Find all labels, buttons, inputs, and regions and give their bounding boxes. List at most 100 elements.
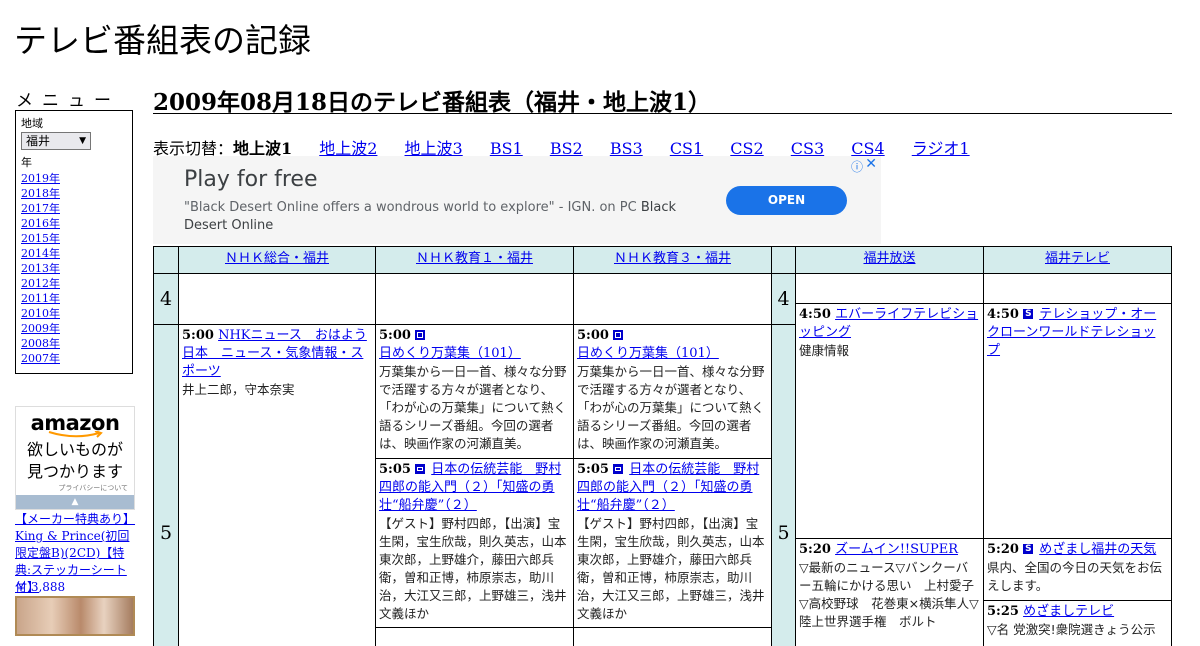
program-time: 5:20 (987, 542, 1019, 557)
region-label: 地域 (21, 117, 43, 130)
channel-link-etv1[interactable]: ＮＨＫ教育１・福井 (416, 251, 533, 266)
channel-link-ftv[interactable]: 福井テレビ (1045, 251, 1110, 266)
subtitle-icon (613, 464, 624, 474)
ad-body-text: "Black Desert Online offers a wondrous w… (184, 200, 637, 215)
amazon-logo: amazon (30, 411, 120, 435)
amazon-slogan-line1: 欲しいものが (26, 440, 123, 459)
empty-slot (795, 273, 984, 304)
year-link-2013[interactable]: 2013年 (21, 261, 127, 276)
program-time: 5:25 (987, 604, 1019, 619)
amazon-slogan: 欲しいものが 見つかります (16, 439, 134, 483)
stereo-icon (1023, 305, 1034, 323)
year-link-2017[interactable]: 2017年 (21, 201, 127, 216)
stereo-icon (1023, 540, 1034, 558)
program-title-link[interactable]: 日めくり万葉集（101） (379, 346, 521, 361)
hour-cell-5-right: 5 (771, 324, 796, 646)
product-price: ￥ 3,888 (15, 580, 66, 594)
info-icon[interactable]: ⓘ (851, 158, 863, 175)
menu-box: 地域 福井 ▼ 年 2019年 2018年 2017年 2016年 2015年 … (15, 110, 133, 374)
program-desc: 県内、全国の今日の天気をお伝えします。 (987, 560, 1163, 593)
amazon-slogan-line2: 見つかります (26, 462, 123, 481)
year-link-2011[interactable]: 2011年 (21, 291, 127, 306)
channel-link-fbc[interactable]: 福井放送 (863, 251, 915, 266)
program-time: 5:00 (379, 328, 411, 343)
program-time: 5:05 (379, 462, 411, 477)
year-link-2010[interactable]: 2010年 (21, 306, 127, 321)
program-ftv-520: 5:20 めざまし福井の天気 県内、全国の今日の天気をお伝えします。 (983, 538, 1172, 601)
amazon-ad[interactable]: amazon 欲しいものが 見つかります プライバシーについて ▲ (15, 406, 135, 510)
program-desc: 万葉集から一日一首、様々な分野で活躍する方々が選者となり、「わが心の万葉集」につ… (379, 364, 567, 451)
region-select[interactable]: 福井 ▼ (21, 132, 91, 150)
ad-headline[interactable]: Play for free (184, 167, 318, 192)
year-link-2018[interactable]: 2018年 (21, 186, 127, 201)
hour-cell-4-right: 4 (771, 273, 796, 325)
year-link-2015[interactable]: 2015年 (21, 231, 127, 246)
hour-cell-4: 4 (153, 273, 179, 325)
program-desc: 【ゲスト】野村四郎，【出演】宝生閑，宝生欣哉，則久英志，山本東次郎，上野雄介，藤… (577, 516, 765, 621)
program-ftv-450: 4:50 テレショップ・オークローンワールドテレショップ (983, 303, 1172, 539)
channel-link-etv3[interactable]: ＮＨＫ教育３・福井 (614, 251, 731, 266)
program-fbc-450: 4:50 エバーライフテレビショッピング 健康情報 (795, 303, 984, 539)
data-broadcast-icon (415, 330, 426, 340)
product-image[interactable] (15, 596, 135, 636)
program-etv3-500: 5:00 日めくり万葉集（101） 万葉集から一日一首、様々な分野で活躍する方々… (573, 324, 772, 459)
year-link-2014[interactable]: 2014年 (21, 246, 127, 261)
program-title-link[interactable]: ズームイン!!SUPER (835, 542, 958, 557)
empty-slot (178, 273, 376, 325)
program-time: 5:00 (182, 328, 214, 343)
page-title: 2009年08月18日のテレビ番組表（福井・地上波1） (153, 83, 1172, 116)
program-title-link[interactable]: めざましテレビ (1023, 604, 1114, 619)
data-broadcast-icon (613, 330, 624, 340)
year-label: 年 (21, 156, 32, 169)
program-desc: 万葉集から一日一首、様々な分野で活躍する方々が選者となり、「わが心の万葉集」につ… (577, 364, 765, 451)
channel-header-ftv: 福井テレビ (983, 246, 1172, 274)
channel-header-nhk-sogo: ＮＨＫ総合・福井 (178, 246, 376, 274)
close-icon[interactable]: ✕ (865, 156, 877, 172)
program-title-link[interactable]: 日めくり万葉集（101） (577, 346, 719, 361)
program-time: 4:50 (799, 307, 831, 322)
corner-cell (153, 246, 179, 274)
channel-header-etv1: ＮＨＫ教育１・福井 (375, 246, 574, 274)
amazon-privacy-link[interactable]: プライバシーについて (16, 483, 134, 493)
channel-header-fbc: 福井放送 (795, 246, 984, 274)
schedule-table: ＮＨＫ総合・福井 ＮＨＫ教育１・福井 ＮＨＫ教育３・福井 福井放送 福井テレビ … (153, 246, 1172, 646)
program-title-link[interactable]: めざまし福井の天気 (1039, 542, 1156, 557)
display-ad[interactable]: Play for free "Black Desert Online offer… (153, 156, 881, 244)
program-nhk-sogo-500: 5:00 NHKニュース おはよう日本 ニュース・気象情報・スポーツ 井上二郎，… (178, 324, 376, 646)
program-desc: 井上二郎，守本奈実 (182, 382, 295, 397)
program-desc: ▽名 党激突!衆院選きょう公示 (987, 622, 1156, 637)
program-ftv-525: 5:25 めざましテレビ ▽名 党激突!衆院選きょう公示 (983, 600, 1172, 646)
region-select-value: 福井 (26, 134, 51, 148)
program-desc: ▽最新のニュース▽バンクーバー五輪にかける思い 上村愛子▽高校野球 花巻東×横浜… (799, 560, 979, 629)
year-link-2012[interactable]: 2012年 (21, 276, 127, 291)
channel-header-etv3: ＮＨＫ教育３・福井 (573, 246, 772, 274)
hour-cell-5: 5 (153, 324, 179, 646)
site-title: テレビ番組表の記録 (14, 21, 311, 60)
ad-body: "Black Desert Online offers a wondrous w… (184, 199, 704, 235)
program-time: 4:50 (987, 307, 1019, 322)
program-desc: 【ゲスト】野村四郎，【出演】宝生閑，宝生欣哉，則久英志，山本東次郎，上野雄介，藤… (379, 516, 567, 621)
subtitle-icon (415, 464, 426, 474)
dropdown-arrow-icon: ▼ (79, 136, 86, 146)
program-etv1-505: 5:05 日本の伝統芸能 野村四郎の能入門（２）「知盛の勇壮“船弁慶”（２） 【… (375, 458, 574, 628)
empty-slot (573, 273, 772, 325)
menu-title: メニュー (16, 91, 120, 111)
ad-open-button[interactable]: OPEN (726, 186, 847, 215)
switch-link-radio1[interactable]: ラジオ1 (912, 139, 970, 158)
year-link-2019[interactable]: 2019年 (21, 171, 127, 186)
program-time: 5:00 (577, 328, 609, 343)
program-etv1-500: 5:00 日めくり万葉集（101） 万葉集から一日一首、様々な分野で活躍する方々… (375, 324, 574, 459)
year-link-2007[interactable]: 2007年 (21, 351, 127, 366)
corner-cell-2 (771, 246, 796, 274)
program-etv3-505: 5:05 日本の伝統芸能 野村四郎の能入門（２）「知盛の勇壮“船弁慶”（２） 【… (573, 458, 772, 628)
program-time: 5:20 (799, 542, 831, 557)
program-desc: 健康情報 (799, 343, 850, 358)
triangle-up-icon: ▲ (71, 497, 79, 507)
channel-link-nhk-sogo[interactable]: ＮＨＫ総合・福井 (225, 251, 329, 266)
amazon-expand-bar[interactable]: ▲ (16, 495, 134, 509)
program-time: 5:05 (577, 462, 609, 477)
year-link-2016[interactable]: 2016年 (21, 216, 127, 231)
year-link-2009[interactable]: 2009年 (21, 321, 127, 336)
empty-slot (983, 273, 1172, 304)
year-link-2008[interactable]: 2008年 (21, 336, 127, 351)
